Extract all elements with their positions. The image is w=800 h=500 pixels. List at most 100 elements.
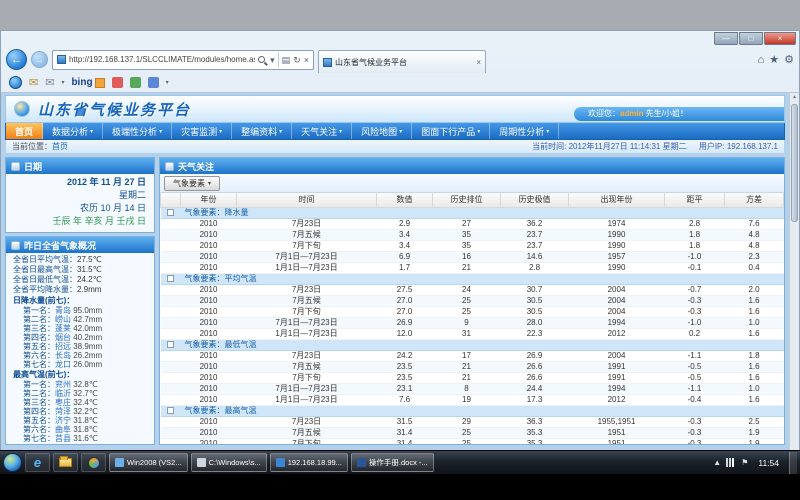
station-link[interactable]: 青岛 <box>55 306 71 315</box>
nav-item-9[interactable]: 周期性分析▾ <box>490 123 559 139</box>
mail-icon-2[interactable]: ✉ <box>45 74 54 92</box>
table-row[interactable]: 20107月23日27.52430.72004-0.72.0 <box>161 284 784 295</box>
taskbar-app-button-1[interactable]: Win2008 (VS2... <box>109 453 188 472</box>
forward-button[interactable]: → <box>31 51 48 68</box>
table-row[interactable]: 20107月下旬31.42535.31951-0.31.9 <box>161 438 784 445</box>
table-row[interactable]: 20107月下旬3.43523.719901.84.8 <box>161 240 784 251</box>
table-row[interactable]: 20107月下旬27.02530.52004-0.31.6 <box>161 306 784 317</box>
table-row[interactable]: 20101月1日—7月23日1.7212.81990-0.10.4 <box>161 262 784 273</box>
nav-item-7[interactable]: 风险地图▾ <box>352 123 412 139</box>
compatibility-view-icon[interactable]: ▤ <box>282 51 291 69</box>
search-icon[interactable] <box>258 56 265 63</box>
table-row[interactable]: 20107月1日—7月23日26.9928.01994-1.01.0 <box>161 317 784 328</box>
table-row[interactable]: 20107月五候3.43523.719901.84.8 <box>161 229 784 240</box>
table-row[interactable]: 20101月1日—7月23日7.61917.32012-0.41.6 <box>161 394 784 405</box>
element-section-row[interactable]: 气象要素：最低气温 <box>161 339 784 350</box>
scrollbar-thumb[interactable] <box>791 104 798 222</box>
nav-item-6[interactable]: 天气关注▾ <box>292 123 352 139</box>
element-section-row[interactable]: 气象要素：降水量 <box>161 207 784 218</box>
chevron-down-icon[interactable]: ▾ <box>61 79 64 86</box>
maximize-button[interactable]: □ <box>739 32 763 45</box>
station-link[interactable]: 招远 <box>55 342 71 351</box>
station-link[interactable]: 崂山 <box>55 315 71 324</box>
taskbar-app-button-4[interactable]: 操作手册.docx -... <box>351 453 434 472</box>
table-row[interactable]: 20107月1日—7月23日23.1824.41994-1.11.0 <box>161 383 784 394</box>
nav-item-8[interactable]: 图面下行产品▾ <box>412 123 490 139</box>
table-row[interactable]: 20107月23日24.21726.92004-1.11.8 <box>161 350 784 361</box>
bing-logo[interactable]: bing <box>71 77 104 88</box>
taskbar-ie-icon[interactable]: e <box>25 453 50 472</box>
checkbox[interactable] <box>167 341 174 348</box>
media-player-icon <box>88 457 100 469</box>
chevron-down-icon: ▾ <box>219 128 222 135</box>
favorites-icon[interactable]: ★ <box>769 50 779 70</box>
checkbox[interactable] <box>167 407 174 414</box>
station-link[interactable]: 莒县 <box>55 434 71 443</box>
taskbar-explorer-icon[interactable] <box>53 453 78 472</box>
nav-item-1[interactable]: 首页 <box>6 123 43 139</box>
station-link[interactable]: 长岛 <box>55 351 71 360</box>
table-row[interactable]: 20107月五候31.42535.31951-0.31.9 <box>161 427 784 438</box>
nav-item-3[interactable]: 极端性分析▾ <box>103 123 172 139</box>
taskbar-app-button-2[interactable]: C:\Windows\s... <box>191 453 267 472</box>
element-filter-button[interactable]: 气象要素 ▾ <box>164 176 220 191</box>
table-row[interactable]: 20107月五候23.52126.61991-0.51.6 <box>161 361 784 372</box>
station-link[interactable]: 临沂 <box>55 389 71 398</box>
scroll-up-icon[interactable]: ▲ <box>792 93 797 102</box>
nav-item-2[interactable]: 数据分析▾ <box>43 123 103 139</box>
close-button[interactable]: × <box>764 32 796 45</box>
page-scrollbar[interactable]: ▲ <box>789 93 799 450</box>
tray-up-icon[interactable]: ▲ <box>713 458 721 467</box>
station-link[interactable]: 菏泽 <box>55 407 71 416</box>
show-desktop-button[interactable] <box>789 452 797 474</box>
checkbox[interactable] <box>167 209 174 216</box>
start-button[interactable] <box>3 453 22 472</box>
table-row[interactable]: 20107月23日2.92736.219742.87.6 <box>161 218 784 229</box>
checkbox[interactable] <box>167 275 174 282</box>
element-section-row[interactable]: 气象要素：最高气温 <box>161 405 784 416</box>
station-link[interactable]: 枣庄 <box>55 398 71 407</box>
station-link[interactable]: 烟台 <box>55 333 71 342</box>
tools-gear-icon[interactable]: ⚙ <box>784 50 794 70</box>
breadcrumb-current[interactable]: 首页 <box>52 142 68 151</box>
nav-item-5[interactable]: 整编资料▾ <box>232 123 292 139</box>
rank-item: 第六名：长岛 26.2mm <box>13 351 152 360</box>
cell: 2010 <box>181 438 237 445</box>
header-select-cell <box>161 193 181 207</box>
favorites-shortcut-icon-2[interactable] <box>130 77 141 88</box>
browser-tab[interactable]: 山东省气候业务平台 × <box>318 50 486 73</box>
favorites-shortcut-icon-3[interactable] <box>148 77 159 88</box>
messenger-icon[interactable] <box>9 76 22 89</box>
table-row[interactable]: 20107月五候27.02530.52004-0.31.6 <box>161 295 784 306</box>
cell: 35.3 <box>501 438 569 445</box>
element-section-row[interactable]: 气象要素：平均气温 <box>161 273 784 284</box>
favorites-shortcut-icon[interactable] <box>112 77 123 88</box>
tab-close-icon[interactable]: × <box>476 58 481 67</box>
home-icon[interactable]: ⌂ <box>758 50 765 70</box>
taskbar-app-button-3[interactable]: 192.168.18.99... <box>270 453 348 472</box>
table-row[interactable]: 20107月下旬23.52126.61991-0.51.6 <box>161 372 784 383</box>
table-row[interactable]: 20107月23日31.52936.31955,1951-0.32.5 <box>161 416 784 427</box>
action-center-flag-icon[interactable]: ⚑ <box>741 458 748 467</box>
station-link[interactable]: 济宁 <box>55 416 71 425</box>
nav-item-4[interactable]: 灾害监测▾ <box>172 123 232 139</box>
station-link[interactable]: 曲阜 <box>55 425 71 434</box>
stop-icon[interactable]: × <box>304 51 309 69</box>
address-input[interactable]: http://192.168.137.1/SLCCLIMATE/modules/… <box>52 50 314 70</box>
back-button[interactable]: ← <box>6 49 27 70</box>
station-link[interactable]: 蓬莱 <box>55 324 71 333</box>
taskbar-media-icon[interactable] <box>81 453 106 472</box>
table-row[interactable]: 20101月1日—7月23日12.03122.320120.21.6 <box>161 328 784 339</box>
browser-titlebar[interactable]: — □ × <box>1 31 799 46</box>
refresh-icon[interactable]: ↻ <box>293 51 301 69</box>
station-link[interactable]: 兖州 <box>55 380 71 389</box>
url-text[interactable]: http://192.168.137.1/SLCCLIMATE/modules/… <box>69 55 255 64</box>
station-link[interactable]: 龙口 <box>55 360 71 369</box>
taskbar-clock[interactable]: 11:54 <box>753 458 784 468</box>
search-dropdown-icon[interactable]: ▾ <box>270 51 275 69</box>
mail-icon[interactable]: ✉ <box>29 74 38 92</box>
network-icon[interactable] <box>726 458 736 467</box>
table-row[interactable]: 20107月1日—7月23日6.91614.61957-1.02.3 <box>161 251 784 262</box>
chevron-down-icon-2[interactable]: ▾ <box>166 79 169 86</box>
minimize-button[interactable]: — <box>714 32 738 45</box>
